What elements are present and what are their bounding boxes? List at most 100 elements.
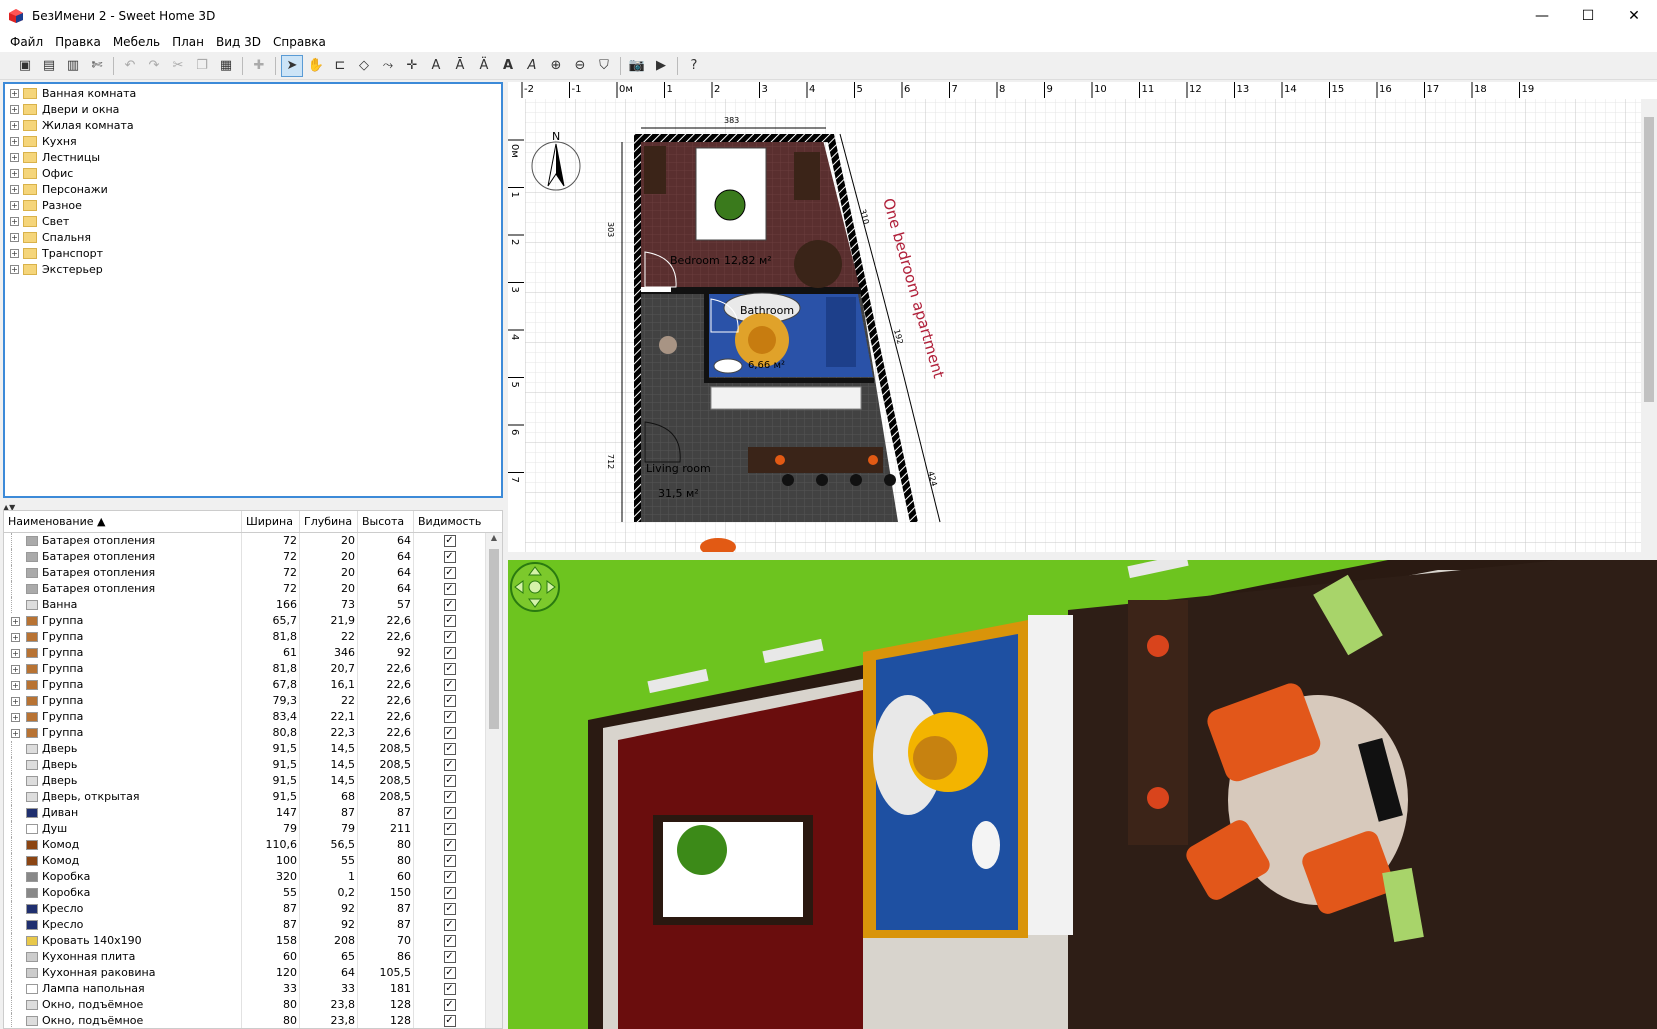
redo-icon[interactable]: ↷: [143, 55, 165, 77]
column-visible[interactable]: Видимость: [414, 511, 486, 532]
furniture-row[interactable]: Ванна 166 73 57 ✓: [4, 597, 502, 613]
expand-icon[interactable]: +: [10, 200, 19, 210]
visible-checkbox[interactable]: ✓: [443, 775, 456, 787]
add-furniture-icon[interactable]: ✚: [248, 55, 270, 77]
visible-checkbox[interactable]: ✓: [443, 919, 456, 931]
visible-checkbox[interactable]: ✓: [443, 951, 456, 963]
catalog-category[interactable]: + Транспорт: [5, 245, 501, 261]
furniture-row[interactable]: + Группа 79,3 22 22,6 ✓: [4, 693, 502, 709]
visible-checkbox[interactable]: ✓: [443, 871, 456, 883]
plan-canvas[interactable]: -2 -1 0м 1 2 3 4 5 6 7 8 9 10 11 12 13 14 15 16 17 18 19 0м12…: [508, 82, 1657, 552]
furniture-row[interactable]: + Группа 83,4 22,1 22,6 ✓: [4, 709, 502, 725]
furniture-row[interactable]: + Группа 81,8 22 22,6 ✓: [4, 629, 502, 645]
furniture-list[interactable]: Наименование ▲ Ширина Глубина Высота Вид…: [3, 510, 503, 1029]
visible-checkbox[interactable]: ✓: [443, 727, 456, 739]
column-height[interactable]: Высота: [358, 511, 414, 532]
furniture-row[interactable]: Коробка 320 1 60 ✓: [4, 869, 502, 885]
visible-checkbox[interactable]: ✓: [443, 583, 456, 595]
catalog-category[interactable]: + Персонажи: [5, 181, 501, 197]
furniture-row[interactable]: Батарея отопления 72 20 64 ✓: [4, 581, 502, 597]
menu-edit[interactable]: Правка: [49, 35, 107, 49]
add-text-icon[interactable]: A: [425, 55, 447, 77]
visible-checkbox[interactable]: ✓: [443, 791, 456, 803]
menu-3d-view[interactable]: Вид 3D: [210, 35, 267, 49]
furniture-row[interactable]: Дверь, открытая 91,5 68 208,5 ✓: [4, 789, 502, 805]
visible-checkbox[interactable]: ✓: [443, 823, 456, 835]
expand-icon[interactable]: +: [10, 248, 19, 258]
zoom-in-icon[interactable]: ⊕: [545, 55, 567, 77]
expand-icon[interactable]: +: [11, 728, 20, 738]
furniture-row[interactable]: Кухонная плита 60 65 86 ✓: [4, 949, 502, 965]
decrease-text-size-icon[interactable]: Ä: [473, 55, 495, 77]
furniture-row[interactable]: Окно, подъёмное 80 23,8 128 ✓: [4, 997, 502, 1013]
furniture-row[interactable]: Кровать 140x190 158 208 70 ✓: [4, 933, 502, 949]
italic-text-icon[interactable]: A: [521, 55, 543, 77]
expand-icon[interactable]: +: [11, 664, 20, 674]
close-icon[interactable]: ✕: [1611, 0, 1657, 32]
expand-icon[interactable]: +: [11, 696, 20, 706]
expand-icon[interactable]: +: [11, 632, 20, 642]
visible-checkbox[interactable]: ✓: [443, 631, 456, 643]
visible-checkbox[interactable]: ✓: [443, 903, 456, 915]
visible-checkbox[interactable]: ✓: [443, 983, 456, 995]
catalog-category[interactable]: + Двери и окна: [5, 101, 501, 117]
minimize-icon[interactable]: —: [1519, 0, 1565, 32]
create-polylines-icon[interactable]: ⤳: [377, 55, 399, 77]
furniture-row[interactable]: Диван 147 87 87 ✓: [4, 805, 502, 821]
furniture-row[interactable]: + Группа 67,8 16,1 22,6 ✓: [4, 677, 502, 693]
undo-icon[interactable]: ↶: [119, 55, 141, 77]
furniture-list-scrollbar[interactable]: ▲: [486, 533, 502, 1028]
visible-checkbox[interactable]: ✓: [443, 599, 456, 611]
visible-checkbox[interactable]: ✓: [443, 551, 456, 563]
catalog-category[interactable]: + Разное: [5, 197, 501, 213]
paste-icon[interactable]: ▦: [215, 55, 237, 77]
expand-icon[interactable]: +: [11, 648, 20, 658]
open-icon[interactable]: ▤: [38, 55, 60, 77]
furniture-catalog[interactable]: + Ванная комната + Двери и окна + Жилая комна…: [3, 82, 503, 498]
furniture-row[interactable]: + Группа 80,8 22,3 22,6 ✓: [4, 725, 502, 741]
furniture-row[interactable]: Комод 110,6 56,5 80 ✓: [4, 837, 502, 853]
furniture-row[interactable]: Окно, подъёмное 80 23,8 128 ✓: [4, 1013, 502, 1028]
expand-icon[interactable]: +: [11, 616, 20, 626]
furniture-row[interactable]: Батарея отопления 72 20 64 ✓: [4, 565, 502, 581]
expand-icon[interactable]: +: [10, 232, 19, 242]
plan-scrollbar-thumb[interactable]: [1644, 117, 1654, 402]
visible-checkbox[interactable]: ✓: [443, 711, 456, 723]
menu-plan[interactable]: План: [166, 35, 210, 49]
furniture-row[interactable]: Батарея отопления 72 20 64 ✓: [4, 549, 502, 565]
visible-checkbox[interactable]: ✓: [443, 535, 456, 547]
create-video-icon[interactable]: ▶: [650, 55, 672, 77]
furniture-row[interactable]: Душ 79 79 211 ✓: [4, 821, 502, 837]
column-width[interactable]: Ширина: [242, 511, 300, 532]
catalog-category[interactable]: + Ванная комната: [5, 85, 501, 101]
visible-checkbox[interactable]: ✓: [443, 855, 456, 867]
preferences-icon[interactable]: ✄: [86, 55, 108, 77]
furniture-row[interactable]: Батарея отопления 72 20 64 ✓: [4, 533, 502, 549]
expand-icon[interactable]: +: [10, 120, 19, 130]
visible-checkbox[interactable]: ✓: [443, 1015, 456, 1027]
furniture-row[interactable]: + Группа 81,8 20,7 22,6 ✓: [4, 661, 502, 677]
furniture-row[interactable]: Комод 100 55 80 ✓: [4, 853, 502, 869]
visible-checkbox[interactable]: ✓: [443, 663, 456, 675]
furniture-row[interactable]: Кресло 87 92 87 ✓: [4, 917, 502, 933]
3d-navigation-control[interactable]: [510, 562, 560, 612]
create-photo-icon[interactable]: 📷: [626, 55, 648, 77]
catalog-category[interactable]: + Кухня: [5, 133, 501, 149]
new-home-icon[interactable]: ▣: [14, 55, 36, 77]
visible-checkbox[interactable]: ✓: [443, 935, 456, 947]
bold-text-icon[interactable]: A: [497, 55, 519, 77]
select-mode-icon[interactable]: ➤: [281, 54, 303, 77]
expand-icon[interactable]: +: [11, 680, 20, 690]
visible-checkbox[interactable]: ✓: [443, 679, 456, 691]
visible-checkbox[interactable]: ✓: [443, 839, 456, 851]
visible-checkbox[interactable]: ✓: [443, 759, 456, 771]
expand-icon[interactable]: +: [10, 184, 19, 194]
visible-checkbox[interactable]: ✓: [443, 967, 456, 979]
column-depth[interactable]: Глубина: [300, 511, 358, 532]
create-walls-icon[interactable]: ⊏: [329, 55, 351, 77]
menu-furniture[interactable]: Мебель: [107, 35, 166, 49]
visible-checkbox[interactable]: ✓: [443, 743, 456, 755]
expand-icon[interactable]: +: [10, 264, 19, 274]
furniture-row[interactable]: Дверь 91,5 14,5 208,5 ✓: [4, 757, 502, 773]
furniture-row[interactable]: Дверь 91,5 14,5 208,5 ✓: [4, 773, 502, 789]
